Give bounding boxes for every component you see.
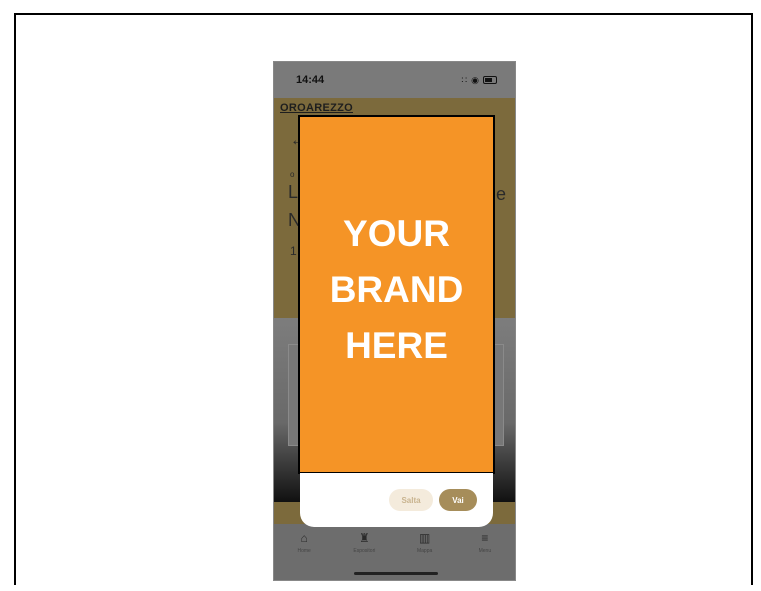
- tab-label: Menu: [478, 548, 492, 554]
- bg-text-fragment: 1: [290, 244, 297, 258]
- wifi-icon: ◉: [471, 74, 479, 85]
- tab-label: Espositori: [353, 548, 376, 554]
- modal-footer: Salta Vai: [300, 473, 493, 527]
- go-button[interactable]: Vai: [439, 489, 477, 511]
- tab-menu[interactable]: ≡ Menu: [460, 531, 510, 580]
- home-icon: ⌂: [300, 531, 308, 545]
- status-time: 14:44: [296, 74, 325, 86]
- bg-text-fragment: e: [496, 184, 507, 204]
- skip-button[interactable]: Salta: [389, 489, 433, 511]
- status-icons: ∷ ◉: [461, 75, 497, 86]
- status-bar: 14:44 ∷ ◉: [274, 62, 515, 98]
- home-indicator: [354, 572, 438, 575]
- menu-icon: ≡: [481, 531, 489, 545]
- brand-placeholder: YOUR BRAND HERE: [298, 115, 495, 474]
- app-logo: OROAREZZO: [280, 102, 353, 114]
- brand-modal: YOUR BRAND HERE Salta Vai: [298, 115, 495, 527]
- tab-label: Home: [297, 548, 311, 554]
- bg-text-fragment: L: [288, 182, 299, 202]
- tab-label: Mappa: [416, 548, 433, 554]
- signal-icon: ∷: [461, 74, 468, 85]
- map-icon: ▥: [418, 531, 431, 545]
- battery-icon: [483, 76, 497, 84]
- brand-text: YOUR BRAND HERE: [329, 212, 464, 366]
- tab-home[interactable]: ⌂ Home: [279, 531, 329, 580]
- exhibitors-icon: ♜: [358, 531, 370, 545]
- bg-text-fragment: o: [290, 170, 295, 179]
